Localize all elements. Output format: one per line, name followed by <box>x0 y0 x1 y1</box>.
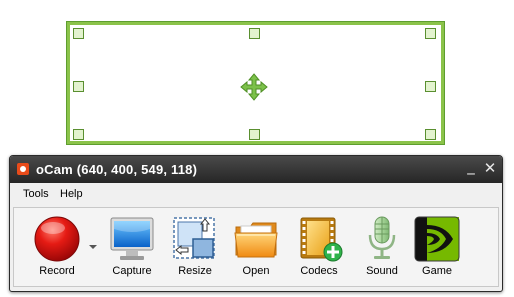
resize-handle-top-left[interactable] <box>73 28 84 39</box>
capture-region[interactable] <box>66 21 445 145</box>
resize-handle-middle-right[interactable] <box>425 81 436 92</box>
resize-handle-middle-left[interactable] <box>73 81 84 92</box>
resize-label: Resize <box>178 265 212 277</box>
microphone-icon <box>368 216 396 259</box>
record-icon <box>34 216 80 262</box>
record-button[interactable]: Record <box>28 208 86 288</box>
record-label: Record <box>39 265 75 277</box>
codecs-button[interactable]: Codecs <box>291 208 347 288</box>
menu-bar: Tools Help <box>10 183 502 205</box>
capture-button[interactable]: Capture <box>106 208 158 288</box>
game-label: Game <box>422 265 452 277</box>
game-button[interactable]: Game <box>411 208 463 288</box>
window-title: oCam (640, 400, 549, 118) <box>36 162 198 177</box>
close-button[interactable]: ✕ <box>481 159 499 177</box>
ocam-app-icon <box>17 163 29 175</box>
resize-handle-top-right[interactable] <box>425 28 436 39</box>
capture-label: Capture <box>112 265 152 277</box>
move-arrows-icon[interactable] <box>240 73 268 101</box>
resize-button[interactable]: Resize <box>169 208 221 288</box>
minimize-button[interactable]: _ <box>462 157 480 175</box>
resize-handle-bottom-right[interactable] <box>425 129 436 140</box>
resize-handle-top-center[interactable] <box>249 28 260 39</box>
menu-tools[interactable]: Tools <box>23 188 49 200</box>
sound-button[interactable]: Sound <box>356 208 408 288</box>
monitor-icon <box>110 217 154 260</box>
title-bar[interactable]: oCam (640, 400, 549, 118) _ ✕ <box>10 156 502 183</box>
menu-help[interactable]: Help <box>60 188 83 200</box>
folder-icon <box>234 222 278 258</box>
sound-label: Sound <box>366 265 398 277</box>
open-button[interactable]: Open <box>230 208 282 288</box>
film-plus-icon <box>300 217 343 262</box>
record-dropdown-icon[interactable] <box>88 242 98 252</box>
resize-handle-bottom-left[interactable] <box>73 129 84 140</box>
codecs-label: Codecs <box>300 265 338 277</box>
resize-handle-bottom-center[interactable] <box>249 129 260 140</box>
toolbar: Record Capture Resize Open Codecs Sound … <box>13 207 499 287</box>
resize-icon <box>173 217 215 259</box>
open-label: Open <box>242 265 270 277</box>
ocam-window: oCam (640, 400, 549, 118) _ ✕ Tools Help… <box>9 155 503 292</box>
nvidia-icon <box>414 216 460 262</box>
